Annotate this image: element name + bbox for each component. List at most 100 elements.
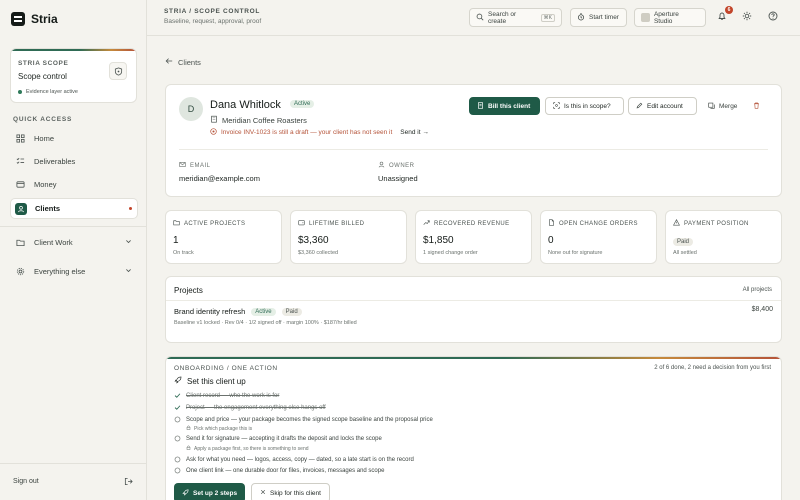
sidebar-item-money[interactable]: Money xyxy=(10,174,138,194)
sidebar-item-home[interactable]: Home xyxy=(10,128,138,148)
client-company: Meridian Coffee Roasters xyxy=(210,115,307,125)
scope-check-button[interactable]: Is this in scope? xyxy=(545,97,624,115)
stat-card-lifetime-billed[interactable]: LIFETIME BILLED $3,360 $3,360 collected xyxy=(290,210,407,264)
search-icon xyxy=(476,13,484,23)
project-amount: $8,400 xyxy=(751,306,773,313)
sign-out-link[interactable]: Sign out xyxy=(13,478,39,485)
step-text: Client record — who the work is for xyxy=(186,392,280,399)
send-link-label: Send it xyxy=(400,129,421,136)
mail-icon xyxy=(179,161,186,170)
search-button[interactable]: Search or create ⌘K xyxy=(469,8,562,27)
status-dot-icon xyxy=(18,90,22,94)
client-email[interactable]: meridian@example.com xyxy=(179,174,260,183)
step-sub-note: Apply a package first, so there is somet… xyxy=(186,445,309,452)
stat-card-active-projects[interactable]: ACTIVE PROJECTS 1 On track xyxy=(165,210,282,264)
draft-invoice-warning: Invoice INV-1023 is still a draft — your… xyxy=(210,128,429,137)
edit-account-button[interactable]: Edit account xyxy=(628,97,697,115)
app-logo[interactable]: Stria xyxy=(11,12,58,26)
sun-icon xyxy=(742,11,752,23)
email-label: EMAIL xyxy=(179,161,211,170)
notifications-button[interactable]: 6 xyxy=(715,6,733,24)
clients-icon xyxy=(15,202,27,215)
onboarding-step-client-record[interactable]: Client record — who the work is for xyxy=(174,392,279,399)
lock-icon xyxy=(186,425,191,432)
workspace-switcher[interactable]: Aperture Studio xyxy=(634,8,706,27)
send-invoice-link[interactable]: Send it → xyxy=(400,129,429,136)
back-link-label: Clients xyxy=(178,57,201,67)
client-name: Dana Whitlock xyxy=(210,99,281,111)
stat-card-recovered-revenue[interactable]: RECOVERED REVENUE $1,850 1 signed change… xyxy=(415,210,532,264)
stat-label: OPEN CHANGE ORDERS xyxy=(548,219,638,228)
checkmark-icon xyxy=(174,404,181,411)
set-up-steps-button[interactable]: Set up 2 steps xyxy=(174,483,246,500)
back-to-clients-link[interactable]: Clients xyxy=(165,57,201,67)
search-label: Search or create xyxy=(488,10,517,25)
sign-out-icon[interactable] xyxy=(124,477,133,488)
all-projects-link[interactable]: All projects xyxy=(743,287,772,293)
email-label-text: EMAIL xyxy=(190,162,211,169)
trend-up-icon xyxy=(423,219,430,228)
projects-card: Projects All projects Brand identity ref… xyxy=(165,276,782,343)
stat-label: LIFETIME BILLED xyxy=(298,219,364,228)
merge-button[interactable]: Merge xyxy=(701,97,744,115)
onboarding-step-client-link[interactable]: One client link — one durable door for f… xyxy=(174,467,384,474)
stat-label-text: ACTIVE PROJECTS xyxy=(184,220,246,227)
client-owner: Unassigned xyxy=(378,174,418,183)
scope-control-card[interactable]: STRIA SCOPE Scope control Evidence layer… xyxy=(10,48,137,103)
onboarding-step-project[interactable]: Project — the engagement everything else… xyxy=(174,404,326,411)
project-row[interactable]: Brand identity refresh Active Paid Basel… xyxy=(174,306,773,336)
warning-text: Invoice INV-1023 is still a draft — your… xyxy=(221,129,393,136)
breadcrumb: STRIA / SCOPE CONTROL xyxy=(164,8,261,15)
stat-label-text: PAYMENT POSITION xyxy=(684,220,749,227)
stat-label: PAYMENT POSITION xyxy=(673,219,749,228)
step-text: One client link — one durable door for f… xyxy=(186,467,385,474)
project-payment-badge: Paid xyxy=(281,307,302,316)
empty-circle-icon xyxy=(174,435,181,442)
stria-logo-icon xyxy=(11,12,25,26)
stat-label-text: OPEN CHANGE ORDERS xyxy=(559,220,638,227)
shield-icon[interactable] xyxy=(109,62,127,80)
sidebar-group-everything-else[interactable]: Everything else xyxy=(10,261,138,281)
delete-client-button[interactable] xyxy=(748,97,768,115)
skip-onboarding-button[interactable]: Skip for this client xyxy=(251,483,330,500)
wallet-icon xyxy=(298,219,305,228)
theme-toggle-button[interactable] xyxy=(740,10,754,24)
onboarding-title: Set this client up xyxy=(174,376,246,386)
start-timer-button[interactable]: Start timer xyxy=(570,8,627,27)
step-text: Ask for what you need — logos, access, c… xyxy=(186,456,414,463)
sidebar-group-client-work[interactable]: Client Work xyxy=(10,232,138,252)
step-text: Project — the engagement everything else… xyxy=(186,404,326,411)
stat-card-open-change-orders[interactable]: OPEN CHANGE ORDERS 0 None out for signat… xyxy=(540,210,657,264)
onboarding-progress: 2 of 6 done, 2 need a decision from you … xyxy=(654,365,771,371)
empty-circle-icon xyxy=(174,467,181,474)
sidebar-item-clients[interactable]: Clients xyxy=(10,198,138,219)
search-shortcut: ⌘K xyxy=(540,13,555,22)
onboarding-step-scope-price[interactable]: Scope and price — your package becomes t… xyxy=(174,416,433,423)
home-icon xyxy=(14,132,26,144)
start-timer-label: Start timer xyxy=(589,14,619,21)
stat-card-payment-position[interactable]: PAYMENT POSITION Paid All settled xyxy=(665,210,782,264)
skip-onboarding-label: Skip for this client xyxy=(270,489,321,497)
receipt-icon xyxy=(477,101,484,111)
folder-icon xyxy=(14,236,26,248)
onboarding-step-requests[interactable]: Ask for what you need — logos, access, c… xyxy=(174,456,414,463)
topbar: STRIA / SCOPE CONTROL Baseline, request,… xyxy=(147,0,800,36)
step-sub-text: Apply a package first, so there is somet… xyxy=(194,445,309,452)
stat-sub: On track xyxy=(173,250,194,256)
scan-icon xyxy=(553,101,560,111)
chevron-down-icon xyxy=(125,267,132,276)
deliverables-icon xyxy=(14,155,26,167)
bill-client-button[interactable]: Bill this client xyxy=(469,97,540,115)
merge-label: Merge xyxy=(719,102,738,110)
projects-divider xyxy=(166,300,781,301)
stat-value: Paid xyxy=(673,235,694,246)
stat-value: $1,850 xyxy=(423,235,454,246)
project-meta: Baseline v1 locked · Rev 0/4 · 1/2 signe… xyxy=(174,320,357,326)
project-status-badge: Active xyxy=(251,307,276,316)
stat-value: 0 xyxy=(548,235,554,246)
sidebar-item-deliverables[interactable]: Deliverables xyxy=(10,151,138,171)
workspace-avatar xyxy=(641,13,650,22)
sidebar: Stria STRIA SCOPE Scope control Evidence… xyxy=(0,0,147,500)
help-button[interactable] xyxy=(766,10,780,24)
onboarding-step-signature[interactable]: Send it for signature — accepting it dra… xyxy=(174,435,382,442)
